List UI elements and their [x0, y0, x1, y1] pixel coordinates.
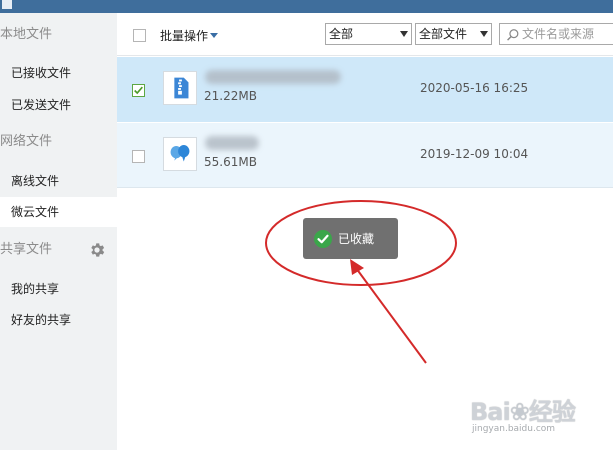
- sidebar-item-sent[interactable]: 已发送文件: [0, 90, 117, 120]
- filter-select[interactable]: 全部: [325, 23, 412, 45]
- toast-text: 已收藏: [338, 232, 375, 246]
- gear-icon[interactable]: [88, 241, 106, 259]
- toolbar: 批量操作 全部 全部文件: [117, 13, 613, 56]
- file-checkbox[interactable]: [132, 150, 145, 163]
- filter-select-value: 全部: [329, 27, 354, 41]
- chat-bubble-file-icon: [163, 137, 197, 171]
- file-date: 2019-12-09 10:04: [420, 147, 529, 161]
- file-type-select[interactable]: 全部文件: [415, 23, 492, 45]
- batch-operation-menu[interactable]: 批量操作: [160, 27, 219, 44]
- batch-operation-label: 批量操作: [160, 29, 209, 43]
- sidebar-item-my-share[interactable]: 我的共享: [0, 274, 117, 304]
- sidebar-section-local: 本地文件: [0, 27, 53, 42]
- file-name-blurred: [205, 70, 341, 84]
- file-size: 55.61MB: [204, 155, 257, 169]
- file-row[interactable]: 21.22MB 2020-05-16 16:25: [117, 57, 613, 122]
- caret-down-icon: [210, 33, 219, 38]
- baidu-jingyan-watermark: Bai❀经验 jingyan.baidu.com: [470, 392, 610, 442]
- toast-notification: 已收藏: [303, 218, 398, 259]
- dropdown-arrow-icon: [400, 31, 408, 37]
- sidebar: 本地文件 已接收文件 已发送文件 网络文件 离线文件 微云文件 共享文件 我的共…: [0, 13, 117, 450]
- file-name-blurred: [205, 136, 259, 150]
- search-input[interactable]: [522, 26, 612, 42]
- file-checkbox[interactable]: [132, 84, 145, 97]
- sidebar-item-received[interactable]: 已接收文件: [0, 58, 117, 88]
- watermark-logo: Bai❀经验: [470, 398, 576, 426]
- watermark-url: jingyan.baidu.com: [472, 424, 556, 434]
- select-all-checkbox[interactable]: [133, 29, 146, 42]
- app-icon: [2, 0, 12, 9]
- sidebar-item-friends-share[interactable]: 好友的共享: [0, 305, 117, 335]
- file-row[interactable]: 55.61MB 2019-12-09 10:04: [117, 123, 613, 188]
- file-type-select-value: 全部文件: [419, 27, 468, 41]
- sidebar-item-offline[interactable]: 离线文件: [0, 166, 117, 196]
- dropdown-arrow-icon: [480, 31, 488, 37]
- search-icon: [507, 29, 519, 41]
- sidebar-item-weiyun[interactable]: 微云文件: [0, 197, 117, 227]
- check-circle-icon: [314, 230, 332, 248]
- zip-file-icon: [163, 71, 197, 105]
- sidebar-section-network: 网络文件: [0, 134, 53, 149]
- file-date: 2020-05-16 16:25: [420, 81, 529, 95]
- search-box[interactable]: [499, 23, 613, 45]
- file-size: 21.22MB: [204, 89, 257, 103]
- checkmark-icon: [134, 86, 143, 95]
- window-titlebar: [0, 0, 613, 13]
